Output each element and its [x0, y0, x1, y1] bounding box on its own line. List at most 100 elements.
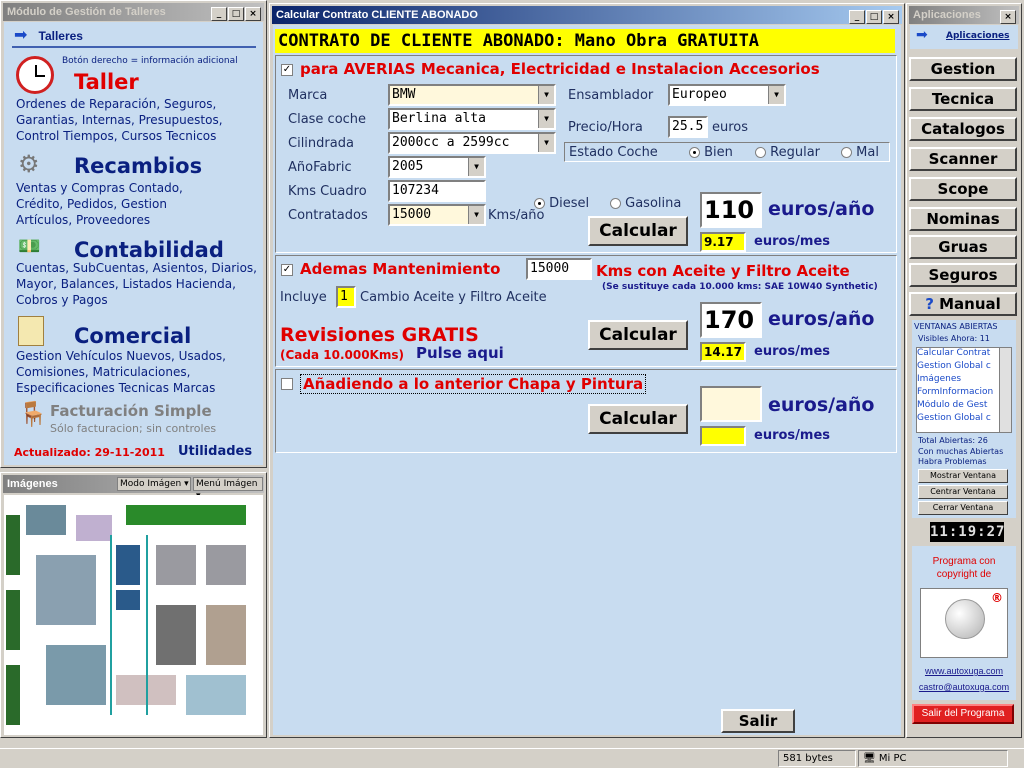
cada-text: (Cada 10.000Kms): [280, 348, 404, 362]
maximize-button[interactable]: □: [866, 10, 882, 24]
radio-icon[interactable]: [841, 147, 852, 158]
document-icon[interactable]: [18, 316, 44, 346]
fuel-gasolina[interactable]: Gasolina: [610, 196, 681, 211]
incluye-input[interactable]: 1: [336, 286, 356, 308]
chevron-down-icon[interactable]: ▼: [538, 86, 554, 104]
clase-select[interactable]: Berlina alta ▼: [388, 108, 556, 130]
estado-mal[interactable]: Mal: [841, 145, 879, 160]
app-button-gestion[interactable]: Gestion: [909, 57, 1017, 81]
ensamblador-select[interactable]: Europeo ▼: [668, 84, 786, 106]
person-icon[interactable]: 🪑: [18, 400, 48, 432]
radio-icon[interactable]: [755, 147, 766, 158]
diagram-image[interactable]: [4, 495, 263, 735]
left-window-titlebar[interactable]: Módulo de Gestión de Talleres _ □ ×: [3, 3, 264, 21]
header-divider: [12, 46, 256, 48]
contratados-select[interactable]: 15000 ▼: [388, 204, 486, 226]
menu-image-button[interactable]: Menú Imágen ▾: [193, 477, 263, 501]
cerrar-ventana-button[interactable]: Cerrar Ventana: [918, 501, 1008, 515]
money-icon[interactable]: 💵: [18, 236, 52, 257]
chevron-down-icon[interactable]: ▼: [538, 110, 554, 128]
list-item[interactable]: Calcular Contrat: [917, 348, 1011, 361]
calcular-button-2[interactable]: Calcular: [588, 320, 688, 350]
copyright-panel: Programa con copyright de ® www.autoxuga…: [912, 546, 1016, 700]
close-button[interactable]: ×: [1000, 10, 1016, 24]
precio-input[interactable]: 25.5: [668, 116, 708, 138]
kms-input[interactable]: 107234: [388, 180, 486, 202]
recambios-text: Ventas y Compras Contado, Crédito, Pedid…: [16, 181, 183, 227]
calcular-button-3[interactable]: Calcular: [588, 404, 688, 434]
averias-checkbox[interactable]: ✓: [281, 64, 293, 76]
app-button-catalogos[interactable]: Catalogos: [909, 117, 1017, 141]
app-button-manual[interactable]: ? Manual: [909, 292, 1017, 316]
app-button-nominas[interactable]: Nominas: [909, 207, 1017, 231]
list-item[interactable]: Gestion Global c: [917, 361, 1011, 374]
autoxuga-logo[interactable]: ®: [920, 588, 1008, 658]
window-list[interactable]: Calcular Contrat Gestion Global c Imágen…: [916, 347, 1012, 433]
facturacion-title[interactable]: Facturación Simple: [50, 402, 212, 420]
app-button-gruas[interactable]: Gruas: [909, 235, 1017, 259]
utilities-link[interactable]: Utilidades: [178, 444, 252, 459]
mantenimiento-kms-input[interactable]: 15000: [526, 258, 592, 280]
mantenimiento-checkbox[interactable]: ✓: [281, 264, 293, 276]
recambios-icon[interactable]: ⚙: [18, 150, 52, 178]
computer-icon: 🖥: [863, 753, 876, 764]
radio-icon[interactable]: [689, 147, 700, 158]
close-button[interactable]: ×: [883, 10, 899, 24]
chevron-down-icon[interactable]: ▼: [768, 86, 784, 104]
left-window-title: Módulo de Gestión de Talleres: [7, 6, 166, 18]
chevron-down-icon[interactable]: ▼: [468, 158, 484, 176]
website-link[interactable]: www.autoxuga.com: [912, 666, 1016, 676]
main-window: Calcular Contrato CLIENTE ABONADO _ □ × …: [269, 3, 905, 738]
maximize-button[interactable]: □: [228, 7, 244, 21]
email-link[interactable]: castro@autoxuga.com: [912, 682, 1016, 692]
estado-label: Estado Coche: [569, 145, 658, 160]
recambios-title[interactable]: Recambios: [74, 154, 202, 178]
contabilidad-title[interactable]: Contabilidad: [74, 238, 224, 262]
radio-icon[interactable]: [534, 198, 545, 209]
mode-image-button[interactable]: Modo Imágen ▾: [117, 477, 191, 491]
list-item[interactable]: Imágenes: [917, 374, 1011, 387]
list-item[interactable]: Módulo de Gest: [917, 400, 1011, 413]
app-button-tecnica[interactable]: Tecnica: [909, 87, 1017, 111]
aplicaciones-header: ➡ Aplicaciones: [910, 25, 1018, 49]
app-button-scanner[interactable]: Scanner: [909, 147, 1017, 171]
comercial-title[interactable]: Comercial: [74, 324, 191, 348]
clock-icon[interactable]: [16, 56, 54, 94]
estado-bien[interactable]: Bien: [689, 145, 733, 160]
main-body: CONTRATO DE CLIENTE ABONADO: Mano Obra G…: [273, 25, 901, 735]
app-button-scope[interactable]: Scope: [909, 177, 1017, 201]
salir-programa-button[interactable]: Salir del Programa: [912, 704, 1014, 724]
arrow-right-icon: ➡: [916, 27, 928, 43]
monthly-value: 9.17: [700, 232, 746, 252]
marca-select[interactable]: BMW ▼: [388, 84, 556, 106]
minimize-button[interactable]: _: [849, 10, 865, 24]
mostrar-ventana-button[interactable]: Mostrar Ventana: [918, 469, 1008, 483]
list-item[interactable]: Gestion Global c: [917, 413, 1011, 426]
minimize-button[interactable]: _: [211, 7, 227, 21]
copyright-line-1: Programa con: [932, 556, 996, 567]
list-scrollbar[interactable]: [999, 348, 1011, 432]
fuel-diesel[interactable]: Diesel: [534, 196, 589, 211]
right-window-titlebar[interactable]: Aplicaciones ×: [909, 6, 1019, 24]
close-button[interactable]: ×: [245, 7, 261, 21]
taller-title[interactable]: Taller: [74, 70, 139, 94]
chevron-down-icon[interactable]: ▼: [468, 206, 484, 224]
salir-button[interactable]: Salir: [721, 709, 795, 733]
left-panel-body: ➡ Talleres Botón derecho = información a…: [4, 22, 263, 465]
ensamblador-label: Ensamblador: [568, 88, 654, 103]
estado-regular[interactable]: Regular: [755, 145, 820, 160]
app-button-seguros[interactable]: Seguros: [909, 263, 1017, 287]
talleres-header: ➡ Talleres: [14, 25, 254, 44]
centrar-ventana-button[interactable]: Centrar Ventana: [918, 485, 1008, 499]
cilindrada-select[interactable]: 2000cc a 2599cc ▼: [388, 132, 556, 154]
chapa-checkbox[interactable]: [281, 378, 293, 390]
pulse-link[interactable]: Pulse aqui: [416, 344, 504, 362]
images-titlebar[interactable]: Imágenes Modo Imágen ▾ Menú Imágen ▾: [3, 475, 264, 501]
ventanas-title: VENTANAS ABIERTAS: [914, 322, 998, 331]
main-window-titlebar[interactable]: Calcular Contrato CLIENTE ABONADO _ □ ×: [272, 6, 902, 24]
chevron-down-icon[interactable]: ▼: [538, 134, 554, 152]
anio-select[interactable]: 2005 ▼: [388, 156, 486, 178]
radio-icon[interactable]: [610, 198, 621, 209]
calcular-button-1[interactable]: Calcular: [588, 216, 688, 246]
list-item[interactable]: FormInformacion: [917, 387, 1011, 400]
